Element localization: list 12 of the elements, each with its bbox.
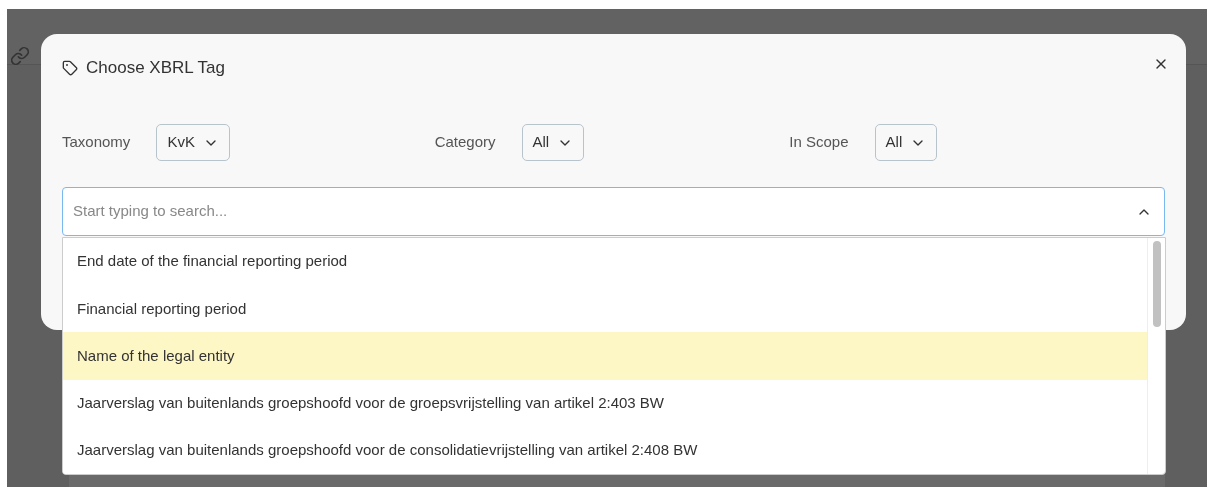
dialog-title: Choose XBRL Tag (86, 57, 225, 80)
link-icon (10, 46, 30, 66)
filter-select[interactable]: All (874, 124, 938, 161)
filter-label: In Scope (789, 132, 849, 153)
option-item[interactable]: Name of the legal entity (63, 332, 1147, 380)
filter-select[interactable]: KvK (156, 124, 230, 161)
filter-label: Taxonomy (62, 132, 131, 153)
filter-select[interactable]: All (521, 124, 585, 161)
tag-icon (62, 60, 78, 76)
search-input[interactable]: Start typing to search... (73, 200, 1136, 223)
search-field[interactable]: Start typing to search... (62, 187, 1165, 236)
filter-label: Category (434, 132, 496, 153)
